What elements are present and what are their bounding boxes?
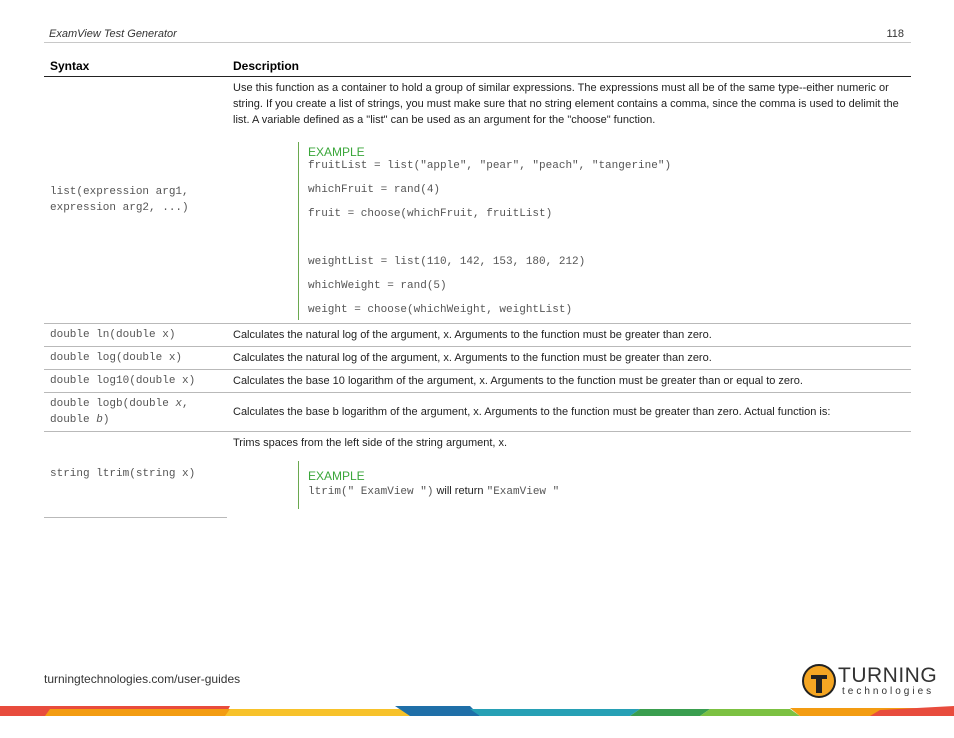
description-cell: Use this function as a container to hold…: [227, 76, 911, 324]
logo-wordmark: TURNING: [838, 664, 938, 687]
syntax-cell: double ln(double x): [44, 323, 227, 347]
syntax-text: ,: [182, 398, 189, 410]
syntax-text: expression arg2, ...): [50, 202, 189, 214]
footer-color-bar: [0, 706, 954, 716]
code-call: ltrim(" ExamView "): [308, 486, 434, 498]
table-row: double ln(double x) Calculates the natur…: [44, 323, 911, 347]
function-reference-table: Syntax Description list(expression arg1,…: [44, 57, 911, 518]
description-text: Use this function as a container to hold…: [233, 82, 899, 126]
syntax-text: list(expression arg1,: [50, 186, 189, 198]
syntax-cell: double log10(double x): [44, 369, 227, 393]
document-title: ExamView Test Generator: [49, 28, 177, 40]
table-row: string ltrim(string x) Trims spaces from…: [44, 431, 911, 518]
header-divider: [44, 42, 911, 43]
code-line: fruit = choose(whichFruit, fruitList): [308, 208, 553, 220]
syntax-text: ): [102, 414, 110, 426]
table-row: double log10(double x) Calculates the ba…: [44, 369, 911, 393]
page-number: 118: [886, 28, 904, 40]
code-line: fruitList = list("apple", "pear", "peach…: [308, 160, 672, 172]
example-label: EXAMPLE: [308, 469, 365, 483]
turning-technologies-logo: TURNING technologies: [802, 662, 942, 702]
example-text: will return: [433, 485, 487, 497]
syntax-cell: double logb(double x, double b): [44, 392, 227, 432]
syntax-cell: string ltrim(string x): [44, 431, 227, 518]
description-cell: Calculates the natural log of the argume…: [227, 323, 911, 347]
code-result: "ExamView ": [486, 486, 560, 498]
code-line: whichWeight = rand(5): [308, 280, 447, 292]
syntax-variable: b: [96, 414, 103, 426]
table-row: list(expression arg1, expression arg2, .…: [44, 76, 911, 324]
description-cell: Calculates the base b logarithm of the a…: [227, 392, 911, 432]
example-block: EXAMPLE fruitList = list("apple", "pear"…: [298, 142, 905, 320]
syntax-text: double: [50, 414, 97, 426]
logo-mark-icon: [802, 664, 836, 698]
code-line: weightList = list(110, 142, 153, 180, 21…: [308, 256, 586, 268]
description-text: Trims spaces from the left side of the s…: [233, 437, 508, 449]
syntax-text: double logb(double: [50, 398, 176, 410]
table-row: double logb(double x, double b) Calculate…: [44, 392, 911, 432]
example-label: EXAMPLE: [308, 145, 365, 159]
footer-url[interactable]: turningtechnologies.com/user-guides: [44, 672, 240, 686]
syntax-cell: double log(double x): [44, 346, 227, 370]
description-cell: Calculates the natural log of the argume…: [227, 346, 911, 370]
syntax-cell: list(expression arg1, expression arg2, .…: [44, 76, 227, 324]
code-line: weight = choose(whichWeight, weightList): [308, 304, 573, 316]
table-header-row: Syntax Description: [44, 57, 911, 77]
code-line: whichFruit = rand(4): [308, 184, 441, 196]
logo-subtitle: technologies: [842, 686, 935, 697]
description-cell: Calculates the base 10 logarithm of the …: [227, 369, 911, 393]
example-block: EXAMPLE ltrim(" ExamView ") will return …: [298, 461, 905, 509]
description-cell: Trims spaces from the left side of the s…: [227, 432, 911, 518]
syntax-column-header: Syntax: [44, 57, 227, 77]
description-column-header: Description: [227, 57, 911, 77]
table-row: double log(double x) Calculates the natu…: [44, 346, 911, 370]
example-line: ltrim(" ExamView ") will return "ExamVie…: [308, 483, 905, 499]
